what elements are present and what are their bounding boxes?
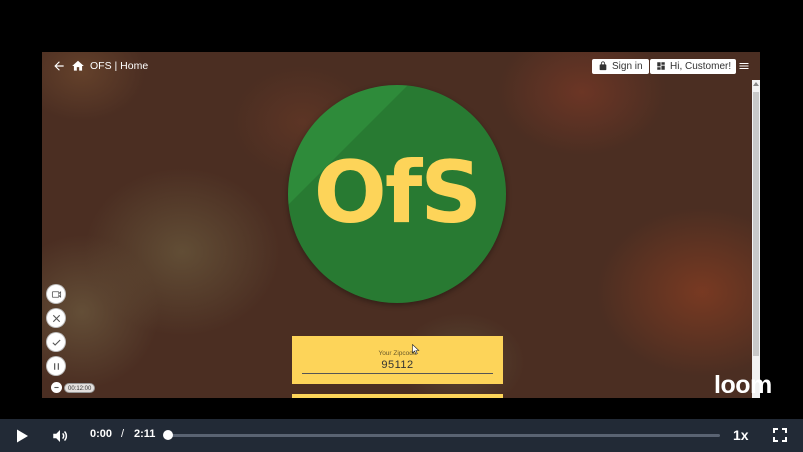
- pause-recording-button[interactable]: [46, 356, 66, 376]
- cancel-recording-button[interactable]: [46, 308, 66, 328]
- page-title: OFS | Home: [90, 60, 149, 72]
- logo-text: OfS: [313, 143, 482, 243]
- zipcode-underline: [302, 373, 493, 374]
- back-arrow-icon[interactable]: [52, 59, 66, 73]
- close-icon: [52, 314, 60, 322]
- pause-icon: [53, 362, 59, 370]
- recorded-page[interactable]: OFS | Home Sign in Hi, Customer! OfS You…: [42, 52, 760, 398]
- current-time: 0:00: [90, 428, 113, 440]
- mouse-cursor-icon: [412, 344, 420, 355]
- home-icon[interactable]: [71, 59, 85, 73]
- hamburger-menu-icon[interactable]: [738, 60, 750, 72]
- playback-speed-button[interactable]: 1x: [733, 427, 749, 443]
- collapse-controls-button[interactable]: [51, 382, 62, 393]
- zipcode-label: Your Zipcode: [378, 350, 417, 357]
- check-icon: [51, 339, 61, 346]
- duration: 2:11: [134, 428, 156, 440]
- sign-in-label: Sign in: [612, 61, 643, 72]
- scroll-up-arrow-icon[interactable]: [753, 82, 759, 86]
- play-icon[interactable]: [14, 428, 30, 444]
- customer-label: Hi, Customer!: [670, 61, 732, 72]
- app-bar: OFS | Home Sign in Hi, Customer!: [42, 52, 760, 82]
- zipcode-card[interactable]: Your Zipcode 95112: [292, 336, 503, 384]
- progress-handle[interactable]: [163, 430, 173, 440]
- recording-timer: 00:12:00: [64, 383, 96, 393]
- zipcode-input[interactable]: 95112: [292, 359, 503, 371]
- loom-watermark: loom: [714, 371, 772, 399]
- page-scrollbar[interactable]: [752, 80, 760, 398]
- dashboard-icon: [657, 62, 665, 70]
- camera-toggle-button[interactable]: [46, 284, 66, 304]
- sign-in-button[interactable]: Sign in: [592, 59, 649, 74]
- lock-icon: [599, 61, 607, 71]
- video-frame: OFS | Home Sign in Hi, Customer! OfS You…: [0, 0, 803, 452]
- ofs-logo: OfS: [288, 85, 506, 303]
- progress-track[interactable]: [166, 434, 720, 437]
- finish-recording-button[interactable]: [46, 332, 66, 352]
- time-separator: /: [121, 428, 125, 440]
- minus-icon: [54, 386, 59, 389]
- video-player-controls: 0:00 / 2:11 1x: [0, 419, 803, 452]
- fullscreen-icon[interactable]: [773, 428, 787, 442]
- customer-dashboard-button[interactable]: Hi, Customer!: [650, 59, 737, 74]
- volume-icon[interactable]: [51, 427, 69, 445]
- scrollbar-thumb[interactable]: [753, 92, 759, 356]
- video-camera-icon: [51, 290, 61, 298]
- next-card[interactable]: [292, 394, 503, 398]
